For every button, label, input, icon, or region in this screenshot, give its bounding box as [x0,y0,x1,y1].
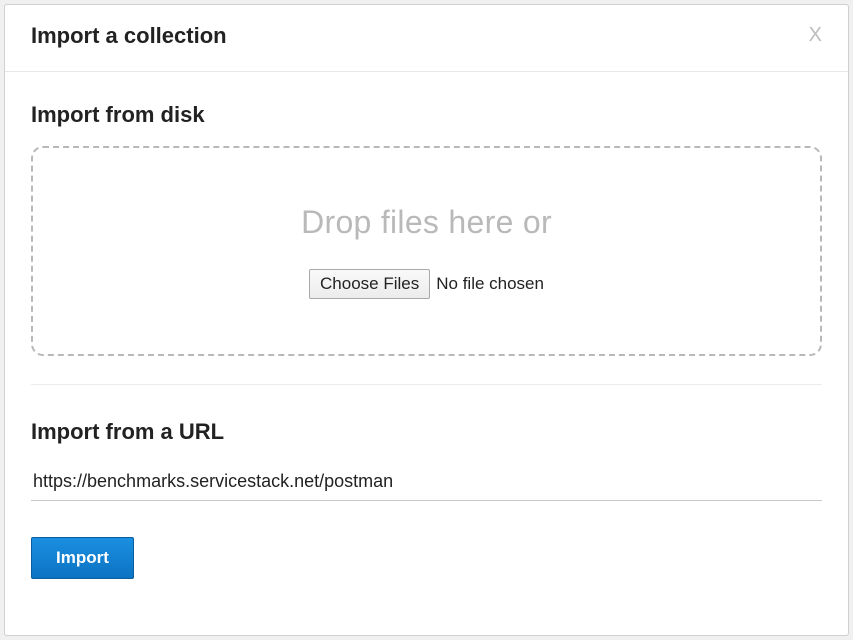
section-divider [31,384,822,385]
drop-hint-text: Drop files here or [301,204,552,241]
file-input-row: Choose Files No file chosen [309,269,544,299]
modal-header: Import a collection X [5,5,848,72]
import-from-url-heading: Import from a URL [31,419,822,445]
choose-files-button[interactable]: Choose Files [309,269,430,299]
file-chosen-status: No file chosen [436,274,544,294]
modal-body: Import from disk Drop files here or Choo… [5,72,848,635]
modal-title: Import a collection [31,23,227,49]
import-url-input[interactable] [31,465,822,501]
close-icon[interactable]: X [809,25,822,45]
import-collection-modal: Import a collection X Import from disk D… [4,4,849,636]
file-dropzone[interactable]: Drop files here or Choose Files No file … [31,146,822,356]
import-button[interactable]: Import [31,537,134,579]
import-from-disk-heading: Import from disk [31,102,822,128]
